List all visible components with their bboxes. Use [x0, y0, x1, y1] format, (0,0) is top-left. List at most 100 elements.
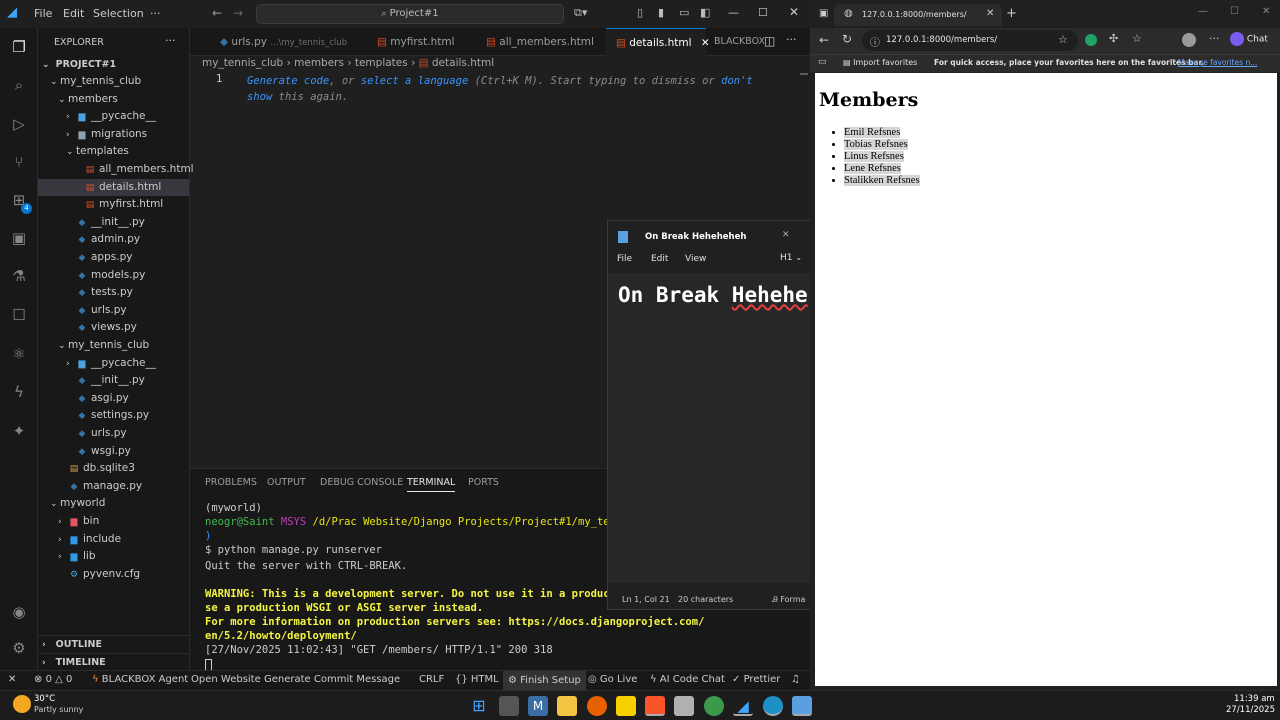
nav-back-icon[interactable]: ← — [212, 6, 222, 20]
tab-terminal[interactable]: TERMINAL — [407, 477, 456, 492]
tab-urls-py[interactable]: ◆ urls.py ...\my_tennis_club — [220, 28, 360, 56]
tree-item[interactable]: ◆ settings.py — [38, 407, 189, 424]
favorite-star-icon[interactable]: ☆ — [1058, 33, 1068, 46]
settings-more-icon[interactable]: ··· — [1209, 32, 1220, 45]
remote-explorer-icon[interactable]: ▣ — [9, 228, 29, 248]
tree-item[interactable]: ◆ urls.py — [38, 425, 189, 442]
sticky-notes-icon[interactable] — [616, 696, 636, 716]
explorer-root[interactable]: ⌄ PROJECT#1 — [38, 56, 189, 73]
maximize-icon[interactable]: ☐ — [758, 6, 768, 19]
tree-item[interactable]: ◆ __init__.py — [38, 214, 189, 231]
close-icon[interactable]: ✕ — [789, 5, 799, 19]
clock-time[interactable]: 11:39 am — [1234, 694, 1275, 704]
finish-setup-status[interactable]: ⚙ Finish Setup — [503, 671, 586, 690]
menu-edit[interactable]: Edit — [63, 7, 84, 20]
command-center[interactable]: ⌕ Project#1 — [256, 4, 564, 24]
tree-item[interactable]: ▤ myfirst.html — [38, 196, 189, 213]
tree-item[interactable]: ◆ tests.py — [38, 284, 189, 301]
menu-more[interactable]: ··· — [150, 7, 161, 20]
lightning-icon[interactable]: ϟ — [9, 382, 29, 402]
heading-dropdown[interactable]: H1 ⌄ — [780, 253, 802, 263]
browser-tab[interactable]: ◍ 127.0.0.1:8000/members/ ✕ — [834, 4, 1002, 26]
explorer-more-icon[interactable]: ··· — [165, 34, 176, 47]
editor-more-icon[interactable]: ··· — [786, 33, 797, 46]
layout-secondary-icon[interactable]: ◧ — [700, 6, 710, 19]
select-language-link[interactable]: select a language — [361, 75, 468, 87]
python-icon[interactable]: ✦ — [9, 421, 29, 441]
search-icon[interactable]: ⌕ — [9, 75, 29, 95]
ai-chat-status[interactable]: ϟ AI Code Chat — [650, 674, 725, 685]
copilot-icon[interactable]: ⧉▾ — [574, 6, 587, 20]
tab-all-members-html[interactable]: ▤ all_members.html — [486, 28, 606, 56]
tree-item[interactable]: ▤ db.sqlite3 — [38, 460, 189, 477]
tree-item[interactable]: ◆ admin.py — [38, 231, 189, 248]
tree-item[interactable]: ▤ details.html — [38, 178, 189, 196]
tab-debug-console[interactable]: DEBUG CONSOLE — [320, 477, 403, 488]
tab-actions-icon[interactable]: ▣ — [819, 8, 828, 19]
notepad-status-format[interactable]: Ꭿ Forma — [772, 595, 805, 605]
open-website-status[interactable]: Open Website — [191, 674, 261, 685]
tree-item[interactable]: ◆ asgi.py — [38, 390, 189, 407]
maximize-icon[interactable]: ☐ — [1230, 6, 1239, 17]
notepad-menu-edit[interactable]: Edit — [651, 254, 668, 264]
split-editor-icon[interactable]: ◫ — [764, 34, 775, 48]
tree-item[interactable]: ▤ all_members.html — [38, 161, 194, 178]
copilot-chat-button[interactable]: Chat — [1230, 32, 1268, 46]
tree-item[interactable]: ◆ __init__.py — [38, 372, 189, 389]
tree-item[interactable]: ◆ manage.py — [38, 478, 189, 495]
tree-item[interactable]: › ▆ bin — [38, 513, 189, 530]
tab-problems[interactable]: PROBLEMS — [205, 477, 257, 488]
notepad-menu-view[interactable]: View — [685, 254, 706, 264]
tree-item[interactable]: ⌄ templates — [38, 143, 189, 160]
menu-selection[interactable]: Selection — [93, 7, 144, 20]
timeline-section[interactable]: › TIMELINE — [38, 653, 189, 670]
tab-close-icon[interactable]: ✕ — [701, 37, 710, 49]
tree-item[interactable]: › ▆ migrations — [38, 126, 189, 143]
weather-temp[interactable]: 30°C — [34, 694, 55, 704]
tree-item[interactable]: ◆ wsgi.py — [38, 443, 189, 460]
tree-item[interactable]: ◆ models.py — [38, 267, 189, 284]
chat-icon[interactable]: ☐ — [9, 305, 29, 325]
react-icon[interactable]: ⚛ — [9, 344, 29, 364]
tree-item[interactable]: ⚙ pyvenv.cfg — [38, 566, 189, 583]
back-icon[interactable]: ← — [819, 33, 829, 47]
notepad-app-icon[interactable]: M — [528, 696, 548, 716]
layout-bottom-icon[interactable]: ▭ — [679, 6, 689, 19]
tree-item[interactable]: ◆ apps.py — [38, 249, 189, 266]
minimize-icon[interactable]: — — [728, 6, 739, 19]
import-favorites-button[interactable]: ▤ Import favorites — [843, 58, 917, 67]
edge-icon[interactable] — [763, 696, 783, 716]
minimize-icon[interactable]: — — [1198, 6, 1208, 17]
show-link[interactable]: show — [247, 91, 272, 103]
breadcrumb-item[interactable]: members — [294, 57, 344, 69]
file-explorer-icon[interactable] — [557, 696, 577, 716]
prettier-status[interactable]: ✓ Prettier — [732, 674, 780, 685]
tree-item[interactable]: ◆ urls.py — [38, 302, 189, 319]
tab-myfirst-html[interactable]: ▤ myfirst.html — [377, 28, 477, 56]
minimap-slider[interactable] — [800, 73, 808, 75]
source-control-icon[interactable]: ⑂ — [9, 152, 29, 172]
notepad-text-area[interactable]: On Break Hehehe — [608, 273, 810, 583]
tree-item[interactable]: ⌄ my_tennis_club — [38, 73, 189, 90]
settings-gear-icon[interactable]: ⚙ — [9, 638, 29, 658]
account-icon[interactable]: ◉ — [9, 602, 29, 622]
remote-icon[interactable]: ✕ — [8, 674, 16, 685]
chrome-icon[interactable] — [704, 696, 724, 716]
reading-icon[interactable]: ▭ — [818, 57, 827, 67]
firefox-icon[interactable] — [587, 696, 607, 716]
info-icon[interactable]: ⓘ — [870, 34, 880, 49]
testing-icon[interactable]: ⚗ — [9, 266, 29, 286]
problems-status[interactable]: ⊗ 0 △ 0 — [34, 674, 72, 685]
task-view-icon[interactable] — [499, 696, 519, 716]
tree-item[interactable]: › ▆ __pycache__ — [38, 355, 189, 372]
notepad-taskbar-icon[interactable] — [792, 696, 812, 716]
bell-icon[interactable]: ♫ — [791, 674, 800, 685]
go-live-status[interactable]: ◎ Go Live — [588, 674, 637, 685]
profile-avatar[interactable] — [1182, 33, 1196, 47]
collections-icon[interactable]: ☆ — [1132, 32, 1142, 45]
blackbox-agent-status[interactable]: ϟ BLACKBOX Agent — [92, 674, 188, 685]
manage-favorites-link[interactable]: Manage favorites n... — [1178, 58, 1257, 67]
tab-blackbox[interactable]: BLACKBOX — [714, 28, 765, 56]
breadcrumb-item[interactable]: my_tennis_club — [202, 57, 283, 69]
tab-ports[interactable]: PORTS — [468, 477, 499, 488]
